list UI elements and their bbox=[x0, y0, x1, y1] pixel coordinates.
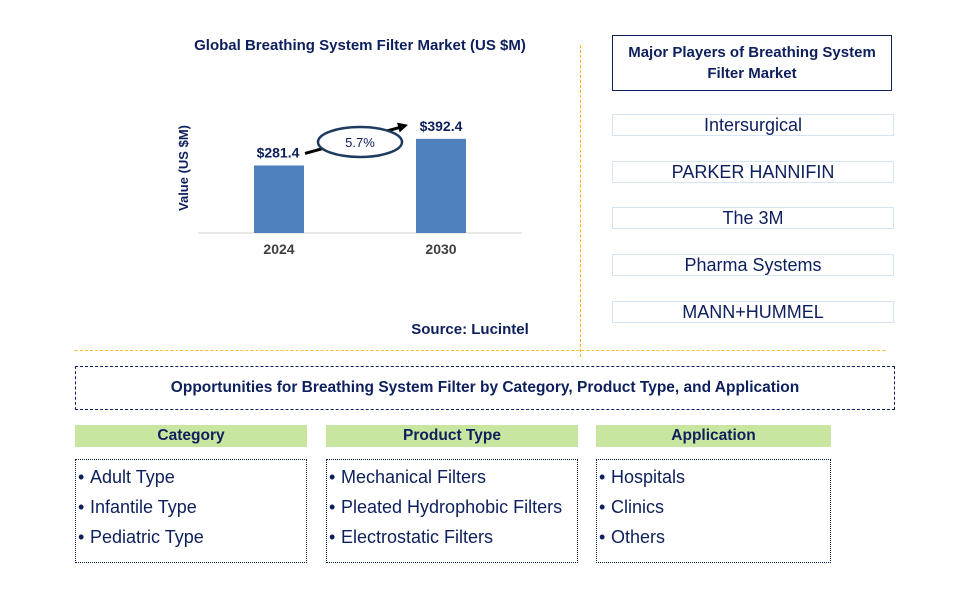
bullet-icon: • bbox=[78, 467, 85, 487]
list-item: • Clinics bbox=[599, 492, 830, 522]
player-item: The 3M bbox=[612, 207, 894, 229]
bullet-icon: • bbox=[329, 497, 336, 517]
bullet-icon: • bbox=[329, 467, 336, 487]
list-item: • Hospitals bbox=[599, 462, 830, 492]
category-heading: Category bbox=[75, 425, 307, 447]
product-type-heading: Product Type bbox=[326, 425, 578, 447]
list-item-label: Adult Type bbox=[90, 467, 175, 487]
player-item: Pharma Systems bbox=[612, 254, 894, 276]
bar-2024 bbox=[254, 165, 304, 233]
chart-title: Global Breathing System Filter Market (U… bbox=[194, 37, 526, 54]
data-label: $392.4 bbox=[420, 118, 463, 134]
bar-2030 bbox=[416, 138, 466, 233]
list-item-label: Pleated Hydrophobic Filters bbox=[341, 497, 563, 517]
list-item: • Others bbox=[599, 522, 830, 552]
cagr-label: 5.7% bbox=[345, 135, 375, 150]
opportunities-title: Opportunities for Breathing System Filte… bbox=[75, 366, 895, 410]
cagr-annotation: 5.7% bbox=[304, 122, 408, 159]
list-item-label: Others bbox=[611, 527, 666, 547]
x-tick-label: 2024 bbox=[263, 241, 294, 257]
bullet-icon: • bbox=[599, 497, 606, 517]
list-item: • Infantile Type bbox=[78, 492, 306, 522]
list-item: • Mechanical Filters bbox=[329, 462, 577, 492]
bullet-icon: • bbox=[78, 497, 85, 517]
product-type-list: • Mechanical Filters • Pleated Hydrophobic… bbox=[326, 459, 578, 563]
list-item: • Electrostatic Filters bbox=[329, 522, 577, 552]
bar-chart: Value (US $M) $281.4 2024 $392.4 2030 5.7% bbox=[176, 118, 522, 257]
list-item-label: Mechanical Filters bbox=[341, 467, 487, 487]
vertical-divider bbox=[580, 45, 581, 357]
application-list: • Hospitals • Clinics • Others bbox=[596, 459, 831, 563]
source-label: Source: Lucintel bbox=[411, 321, 529, 338]
player-item: Intersurgical bbox=[612, 114, 894, 136]
category-list: • Adult Type • Infantile Type • Pediatric T… bbox=[75, 459, 307, 563]
y-axis-label: Value (US $M) bbox=[176, 125, 191, 211]
x-tick-label: 2030 bbox=[425, 241, 456, 257]
application-heading: Application bbox=[596, 425, 831, 447]
player-item: PARKER HANNIFIN bbox=[612, 161, 894, 183]
list-item-label: Pediatric Type bbox=[90, 527, 204, 547]
bullet-icon: • bbox=[599, 527, 606, 547]
bullet-icon: • bbox=[78, 527, 85, 547]
players-title: Major Players of Breathing System Filter… bbox=[612, 35, 892, 91]
list-item-label: Electrostatic Filters bbox=[341, 527, 494, 547]
list-item-label: Infantile Type bbox=[90, 497, 197, 517]
cagr-arrowhead bbox=[397, 122, 408, 133]
bullet-icon: • bbox=[599, 467, 606, 487]
list-item-label: Hospitals bbox=[611, 467, 686, 487]
list-item-label: Clinics bbox=[611, 497, 665, 517]
list-item: • Adult Type bbox=[78, 462, 306, 492]
player-item: MANN+HUMMEL bbox=[612, 301, 894, 323]
list-item: • Pleated Hydrophobic Filters bbox=[329, 492, 577, 522]
data-label: $281.4 bbox=[257, 144, 300, 160]
horizontal-divider bbox=[75, 350, 885, 351]
list-item: • Pediatric Type bbox=[78, 522, 306, 552]
bullet-icon: • bbox=[329, 527, 336, 547]
